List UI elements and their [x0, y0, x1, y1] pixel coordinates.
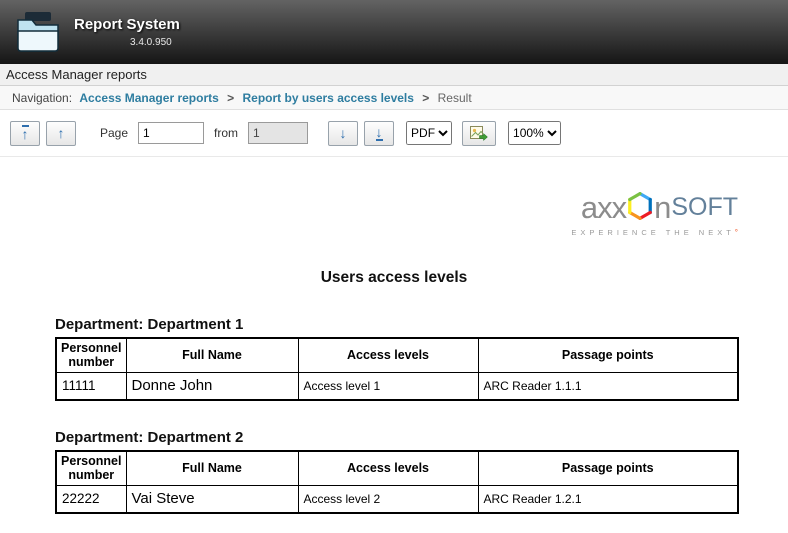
- report-toolbar: ↑ ↑ Page from ↓ ↓ PDF 100%: [0, 110, 788, 157]
- report-content: axx n SOFT EXPERIENCE THE NEXT° Users ac…: [0, 157, 788, 533]
- breadcrumb-separator: >: [422, 91, 429, 105]
- app-version: 3.4.0.950: [130, 37, 180, 48]
- hexagon-logo-icon: [627, 192, 653, 225]
- app-title: Report System: [74, 16, 180, 33]
- breadcrumb: Navigation: Access Manager reports > Rep…: [0, 86, 788, 110]
- column-header-personnel-number: Personnel number: [56, 338, 126, 372]
- section-header: Access Manager reports: [0, 64, 788, 86]
- from-label: from: [214, 126, 238, 140]
- previous-page-icon: ↑: [58, 126, 65, 140]
- column-header-personnel-number: Personnel number: [56, 451, 126, 485]
- cell-access-levels: Access level 2: [298, 485, 478, 513]
- table-row: 22222 Vai Steve Access level 2 ARC Reade…: [56, 485, 738, 513]
- folder-icon: [16, 12, 60, 52]
- next-page-icon: ↓: [340, 126, 347, 140]
- breadcrumb-separator: >: [227, 91, 234, 105]
- first-page-icon: ↑: [22, 125, 29, 141]
- cell-access-levels: Access level 1: [298, 372, 478, 400]
- total-pages-input: [248, 122, 308, 144]
- app-header: Report System 3.4.0.950: [0, 0, 788, 64]
- breadcrumb-current: Result: [438, 91, 472, 105]
- page-number-input[interactable]: [138, 122, 204, 144]
- trademark-dot: °: [735, 228, 738, 237]
- department-2-heading: Department: Department 2: [55, 429, 788, 446]
- last-page-button[interactable]: ↓: [364, 121, 394, 146]
- cell-full-name: Donne John: [126, 372, 298, 400]
- first-page-button[interactable]: ↑: [10, 121, 40, 146]
- column-header-access-levels: Access levels: [298, 338, 478, 372]
- logo-text-axx: axx: [581, 192, 626, 223]
- breadcrumb-link-report-by-users-access-levels[interactable]: Report by users access levels: [243, 91, 414, 105]
- last-page-icon: ↓: [376, 125, 383, 141]
- page-label: Page: [100, 126, 128, 140]
- export-format-select[interactable]: PDF: [406, 121, 452, 145]
- logo-text-n: n: [654, 192, 670, 223]
- column-header-passage-points: Passage points: [478, 338, 738, 372]
- previous-page-button[interactable]: ↑: [46, 121, 76, 146]
- table-row: 11111 Donne John Access level 1 ARC Read…: [56, 372, 738, 400]
- logo-text-soft: SOFT: [671, 195, 738, 220]
- cell-full-name: Vai Steve: [126, 485, 298, 513]
- title-block: Report System 3.4.0.950: [74, 16, 180, 48]
- department-2-table: Personnel number Full Name Access levels…: [55, 450, 739, 514]
- export-button[interactable]: [462, 121, 496, 146]
- breadcrumb-label: Navigation:: [12, 91, 72, 105]
- table-header-row: Personnel number Full Name Access levels…: [56, 338, 738, 372]
- next-page-button[interactable]: ↓: [328, 121, 358, 146]
- cell-passage-points: ARC Reader 1.1.1: [478, 372, 738, 400]
- table-header-row: Personnel number Full Name Access levels…: [56, 451, 738, 485]
- department-1-table: Personnel number Full Name Access levels…: [55, 337, 739, 401]
- cell-personnel-number: 22222: [56, 485, 126, 513]
- column-header-passage-points: Passage points: [478, 451, 738, 485]
- cell-passage-points: ARC Reader 1.2.1: [478, 485, 738, 513]
- export-icon: [470, 126, 488, 141]
- department-1-heading: Department: Department 1: [55, 316, 788, 333]
- axxonsoft-logo: axx n SOFT EXPERIENCE THE NEXT°: [571, 191, 738, 237]
- cell-personnel-number: 11111: [56, 372, 126, 400]
- column-header-access-levels: Access levels: [298, 451, 478, 485]
- breadcrumb-link-access-manager-reports[interactable]: Access Manager reports: [79, 91, 218, 105]
- zoom-select[interactable]: 100%: [508, 121, 561, 145]
- logo-tagline: EXPERIENCE THE NEXT°: [571, 228, 738, 237]
- column-header-full-name: Full Name: [126, 451, 298, 485]
- column-header-full-name: Full Name: [126, 338, 298, 372]
